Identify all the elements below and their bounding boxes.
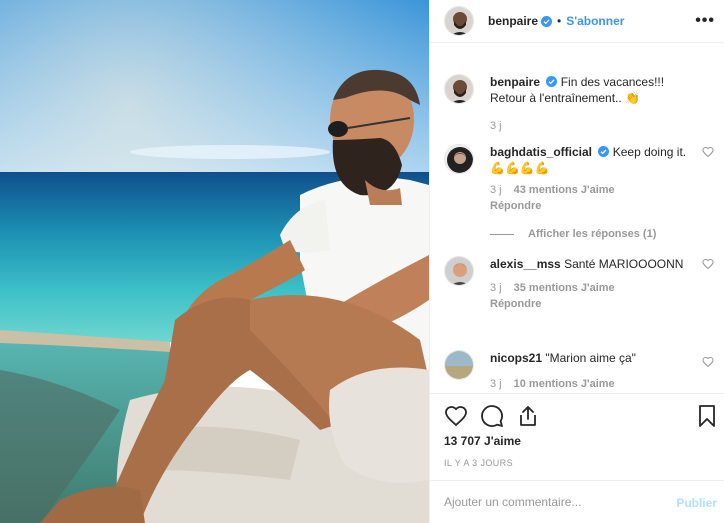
comments-list[interactable]: benpaire Fin des vacances!!! Retour à l'… bbox=[430, 44, 724, 393]
separator-dot: • bbox=[557, 14, 562, 28]
bookmark-icon[interactable] bbox=[695, 404, 719, 428]
post-timestamp[interactable]: IL Y A 3 JOURS bbox=[444, 458, 513, 468]
comment-body: nicops21 "Marion aime ça" 3 j 10 mentions… bbox=[490, 350, 695, 392]
reply-button[interactable]: Répondre bbox=[490, 198, 695, 214]
comment-likes[interactable]: 43 mentions J'aime bbox=[514, 184, 615, 196]
comment-meta: 3 j 35 mentions J'aime bbox=[490, 280, 695, 296]
verified-badge-icon bbox=[598, 146, 610, 157]
commenter-avatar[interactable] bbox=[444, 256, 474, 286]
post-sidebar: benpaire • S'abonner ••• benpaire Fin de… bbox=[429, 0, 724, 523]
comment-meta: 3 j 10 mentions J'aime bbox=[490, 376, 695, 392]
post-photo[interactable] bbox=[0, 0, 429, 523]
comment-text: "Marion aime ça" bbox=[545, 351, 636, 365]
beach-photo-image bbox=[0, 0, 429, 523]
post-header: benpaire • S'abonner ••• bbox=[430, 0, 724, 43]
replies-divider bbox=[490, 233, 514, 235]
verified-badge-icon bbox=[546, 76, 558, 87]
heart-icon[interactable] bbox=[444, 404, 468, 428]
like-comment-heart-icon[interactable] bbox=[702, 356, 714, 368]
like-comment-heart-icon[interactable] bbox=[702, 146, 714, 158]
add-comment-section: Publier bbox=[430, 480, 724, 523]
like-comment-heart-icon[interactable] bbox=[702, 258, 714, 270]
comment-likes[interactable]: 35 mentions J'aime bbox=[514, 282, 615, 294]
author-username[interactable]: benpaire bbox=[488, 14, 538, 28]
comment-likes[interactable]: 10 mentions J'aime bbox=[514, 378, 615, 390]
comment-time[interactable]: 3 j bbox=[490, 184, 502, 196]
reply-button[interactable]: Répondre bbox=[490, 296, 695, 312]
publish-button[interactable]: Publier bbox=[676, 496, 717, 510]
author-avatar[interactable] bbox=[444, 6, 474, 36]
comment-text: Santé MARIOOOONN bbox=[564, 257, 684, 271]
comment-time[interactable]: 3 j bbox=[490, 282, 502, 294]
commenter-avatar[interactable] bbox=[444, 350, 474, 380]
caption-author-avatar[interactable] bbox=[444, 74, 474, 104]
verified-badge-icon bbox=[541, 15, 553, 27]
share-icon[interactable] bbox=[516, 404, 540, 428]
view-replies-button[interactable]: Afficher les réponses (1) bbox=[490, 228, 656, 240]
caption-time-value[interactable]: 3 j bbox=[490, 120, 502, 132]
commenter-username[interactable]: baghdatis_official bbox=[490, 145, 592, 159]
caption-body: benpaire Fin des vacances!!! Retour à l'… bbox=[490, 74, 695, 134]
comment-body: baghdatis_official Keep doing it. 💪💪💪💪 3… bbox=[490, 144, 695, 214]
caption-username[interactable]: benpaire bbox=[490, 75, 540, 89]
comment-input[interactable] bbox=[444, 491, 664, 513]
view-replies-label[interactable]: Afficher les réponses (1) bbox=[528, 228, 656, 240]
comment-time[interactable]: 3 j bbox=[490, 378, 502, 390]
comment-icon[interactable] bbox=[480, 404, 504, 428]
follow-button[interactable]: S'abonner bbox=[566, 14, 624, 28]
commenter-avatar[interactable] bbox=[444, 144, 474, 174]
caption-time: 3 j bbox=[490, 118, 695, 134]
more-options-icon[interactable]: ••• bbox=[695, 12, 715, 30]
post-actions-bar bbox=[430, 393, 724, 437]
commenter-username[interactable]: alexis__mss bbox=[490, 257, 561, 271]
comment-meta: 3 j 43 mentions J'aime bbox=[490, 182, 695, 198]
instagram-post-view: benpaire • S'abonner ••• benpaire Fin de… bbox=[0, 0, 724, 523]
like-count[interactable]: 13 707 J'aime bbox=[444, 434, 521, 448]
comment-body: alexis__mss Santé MARIOOOONN 3 j 35 menti… bbox=[490, 256, 695, 312]
commenter-username[interactable]: nicops21 bbox=[490, 351, 542, 365]
